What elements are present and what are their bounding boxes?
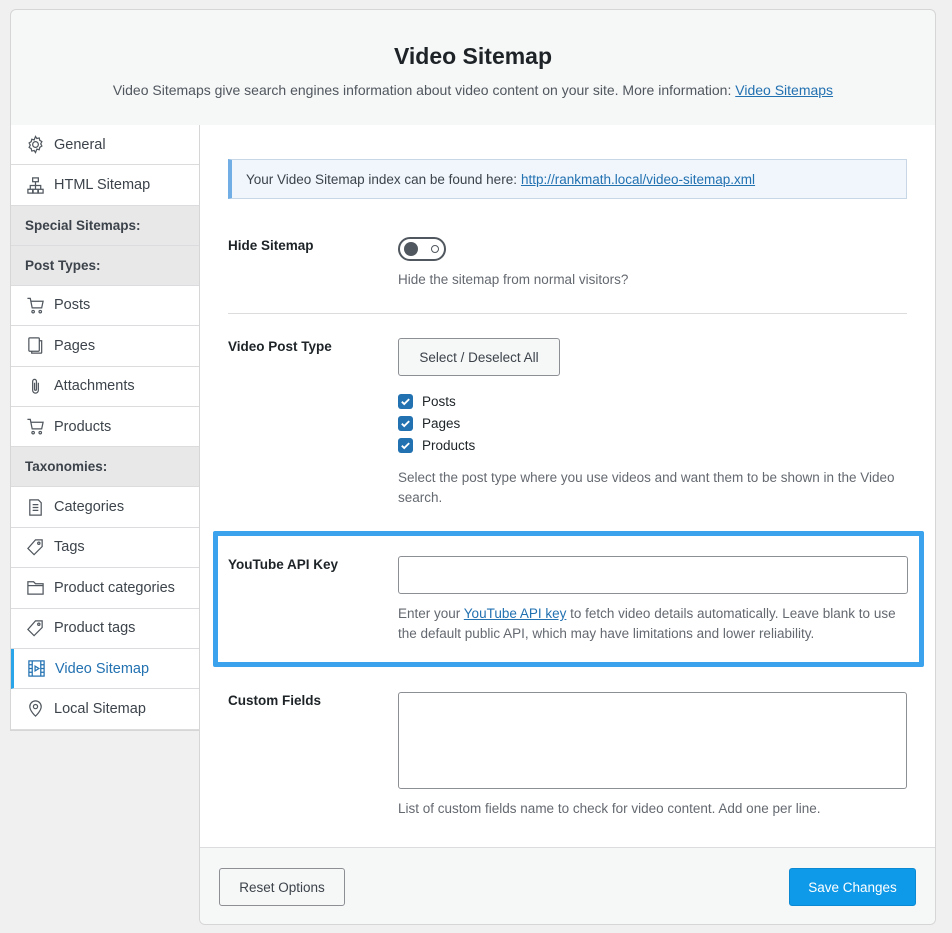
youtube-api-highlight xyxy=(213,531,924,667)
checkbox-checked[interactable] xyxy=(398,438,413,453)
sidebar-item-product-tags[interactable]: Product tags xyxy=(11,608,199,649)
sidebar-item-label: Products xyxy=(54,418,112,435)
divider xyxy=(228,313,907,314)
toggle-knob xyxy=(404,242,418,256)
sidebar-item-label: Product categories xyxy=(54,579,175,596)
sidebar-item-local-sitemap[interactable]: Local Sitemap xyxy=(11,689,199,730)
reset-options-button[interactable]: Reset Options xyxy=(219,868,345,906)
notice-text: Your Video Sitemap index can be found he… xyxy=(246,171,517,187)
custom-fields-label: Custom Fields xyxy=(228,693,322,708)
settings-panel: Your Video Sitemap index can be found he… xyxy=(199,125,936,925)
video-sitemaps-link[interactable]: Video Sitemaps xyxy=(735,82,833,98)
sidebar-item-html-sitemap[interactable]: HTML Sitemap xyxy=(11,165,199,206)
sidebar-heading-post-types: Post Types: xyxy=(11,245,199,286)
video-post-type-label: Video Post Type xyxy=(228,339,332,354)
sitemap-index-notice: Your Video Sitemap index can be found he… xyxy=(228,159,907,199)
select-deselect-all-button[interactable]: Select / Deselect All xyxy=(398,338,560,376)
sitemap-index-link[interactable]: http://rankmath.local/video-sitemap.xml xyxy=(521,172,755,187)
cart-icon xyxy=(25,295,45,315)
sidebar-item-label: Video Sitemap xyxy=(55,660,150,677)
sidebar-item-pages[interactable]: Pages xyxy=(11,326,199,367)
sidebar-item-products[interactable]: Products xyxy=(11,406,199,448)
sidebar-item-label: General xyxy=(54,136,106,153)
page-header: Video Sitemap Video Sitemaps give search… xyxy=(10,9,936,126)
hide-sitemap-help: Hide the sitemap from normal visitors? xyxy=(398,272,629,287)
sidebar: General HTML Sitemap Special Sitemaps: P… xyxy=(10,125,200,731)
page-description-text: Video Sitemaps give search engines infor… xyxy=(112,82,732,98)
hide-sitemap-toggle[interactable] xyxy=(398,237,446,261)
sitemap-icon xyxy=(25,175,45,195)
page-title: Video Sitemap xyxy=(393,43,553,69)
sidebar-item-video-sitemap[interactable]: Video Sitemap xyxy=(11,648,199,690)
video-icon xyxy=(26,659,46,679)
checkbox-label: Pages xyxy=(422,416,461,431)
youtube-api-key-input[interactable] xyxy=(398,556,908,594)
sidebar-item-label: Categories xyxy=(54,499,125,516)
toggle-off-indicator xyxy=(431,245,439,253)
sidebar-heading-special-sitemaps: Special Sitemaps: xyxy=(11,205,199,246)
checkbox-label: Products xyxy=(422,438,476,453)
custom-fields-textarea[interactable] xyxy=(398,692,907,789)
sidebar-item-label: Attachments xyxy=(54,378,135,395)
page-description: Video Sitemaps give search engines infor… xyxy=(11,82,935,98)
tag-icon xyxy=(25,618,45,638)
post-type-checkbox-pages[interactable]: Pages xyxy=(398,416,460,431)
sidebar-item-label: Posts xyxy=(54,297,91,314)
save-changes-button[interactable]: Save Changes xyxy=(789,868,916,906)
sidebar-item-label: Local Sitemap xyxy=(54,700,146,717)
sidebar-item-label: Tags xyxy=(54,539,85,556)
tag-icon xyxy=(25,537,45,557)
checkbox-checked[interactable] xyxy=(398,416,413,431)
sidebar-item-label: Pages xyxy=(54,337,96,354)
sidebar-item-tags[interactable]: Tags xyxy=(11,527,199,569)
folder-icon xyxy=(25,578,45,598)
sidebar-item-general[interactable]: General xyxy=(11,125,199,166)
cart-icon xyxy=(25,417,45,437)
youtube-help-before: Enter your xyxy=(398,606,461,621)
youtube-api-key-help: Enter your YouTube API key to fetch vide… xyxy=(398,604,903,644)
paperclip-icon xyxy=(25,376,45,396)
sidebar-item-product-categories[interactable]: Product categories xyxy=(11,568,199,609)
sidebar-item-categories[interactable]: Categories xyxy=(11,487,199,528)
checkbox-label: Posts xyxy=(422,394,456,409)
location-pin-icon xyxy=(25,699,45,719)
sidebar-item-label: HTML Sitemap xyxy=(54,177,151,194)
youtube-api-key-label: YouTube API Key xyxy=(228,557,339,572)
custom-fields-help: List of custom fields name to check for … xyxy=(398,801,821,816)
settings-footer: Reset Options Save Changes xyxy=(200,847,935,924)
pages-icon xyxy=(25,336,45,356)
sidebar-item-attachments[interactable]: Attachments xyxy=(11,366,199,407)
sidebar-item-posts[interactable]: Posts xyxy=(11,285,199,327)
checkbox-checked[interactable] xyxy=(398,394,413,409)
post-type-checkbox-products[interactable]: Products xyxy=(398,438,475,453)
sidebar-heading-taxonomies: Taxonomies: xyxy=(11,447,199,488)
youtube-api-key-link[interactable]: YouTube API key xyxy=(464,606,567,621)
post-type-checkbox-posts[interactable]: Posts xyxy=(398,394,456,409)
video-post-type-help: Select the post type where you use video… xyxy=(398,470,895,505)
hide-sitemap-label: Hide Sitemap xyxy=(228,238,314,253)
sidebar-item-label: Product tags xyxy=(54,620,136,637)
gear-icon xyxy=(25,135,45,155)
document-icon xyxy=(25,497,45,517)
